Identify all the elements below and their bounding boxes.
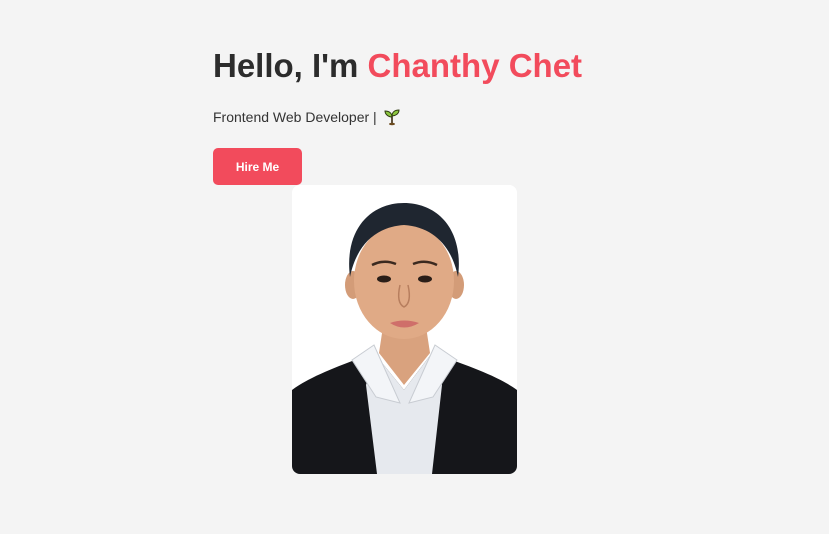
profile-photo	[292, 185, 517, 474]
hero-section: Hello, I'm Chanthy Chet Frontend Web Dev…	[213, 44, 582, 185]
page-title: Hello, I'm Chanthy Chet	[213, 44, 582, 88]
subtitle-text: Frontend Web Developer |	[213, 109, 377, 125]
name-highlight: Chanthy Chet	[367, 47, 583, 84]
greeting-text: Hello, I'm	[213, 47, 368, 84]
hire-me-button[interactable]: Hire Me	[213, 148, 302, 185]
sprout-icon	[383, 108, 401, 126]
subtitle: Frontend Web Developer |	[213, 107, 401, 127]
